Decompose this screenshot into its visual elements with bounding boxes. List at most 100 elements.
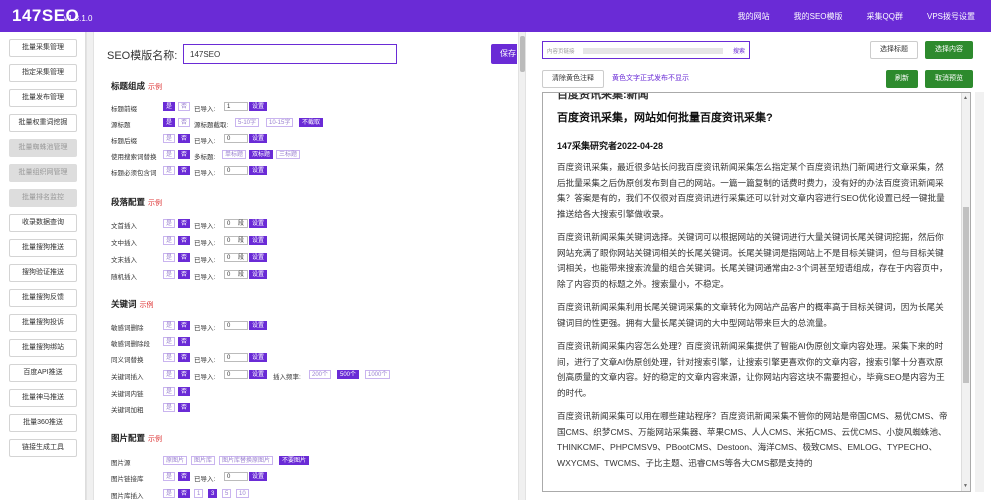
sidebar-item[interactable]: 指定采集管理	[9, 64, 77, 82]
frequency-option[interactable]: 200个	[309, 370, 332, 379]
sidebar-item[interactable]: 百度API推送	[9, 364, 77, 382]
double-title-option[interactable]: 双标题	[249, 150, 274, 159]
set-button[interactable]: 设置	[249, 270, 268, 279]
count-input[interactable]: 0	[224, 353, 248, 362]
no-toggle[interactable]: 否	[178, 118, 191, 127]
template-name-input[interactable]: 147SEO	[183, 44, 397, 64]
count-input[interactable]: 0 段	[224, 270, 248, 279]
sidebar-item[interactable]: 链接生成工具	[9, 439, 77, 457]
yes-toggle[interactable]: 是	[163, 472, 176, 481]
sidebar-item[interactable]: 批量搜狗绑站	[9, 339, 77, 357]
image-source-option[interactable]: 原图片	[163, 456, 188, 465]
no-toggle[interactable]: 否	[178, 270, 191, 279]
length-option[interactable]: 10-15字	[266, 118, 294, 127]
set-button[interactable]: 设置	[249, 321, 268, 330]
yes-toggle[interactable]: 是	[163, 387, 176, 396]
triple-title-option[interactable]: 三标题	[276, 150, 301, 159]
yes-toggle[interactable]: 是	[163, 102, 176, 111]
image-count-option[interactable]: 10	[236, 489, 249, 498]
yes-toggle[interactable]: 是	[163, 353, 176, 362]
yes-toggle[interactable]: 是	[163, 118, 176, 127]
count-input[interactable]: 0	[224, 472, 248, 481]
select-title-button[interactable]: 选择标题	[870, 41, 918, 59]
yes-toggle[interactable]: 是	[163, 150, 176, 159]
yes-toggle[interactable]: 是	[163, 219, 176, 228]
editor-scrollbar[interactable]: ▲ ▼	[961, 93, 970, 491]
no-toggle[interactable]: 否	[178, 134, 191, 143]
select-content-button[interactable]: 选择内容	[925, 41, 973, 59]
example-link[interactable]: 示例	[148, 436, 162, 443]
no-toggle[interactable]: 否	[178, 403, 191, 412]
editor-scrollbar-thumb[interactable]	[963, 207, 969, 383]
cancel-preview-button[interactable]: 取消预览	[925, 70, 973, 88]
sidebar-item[interactable]: 收录数据查询	[9, 214, 77, 232]
no-toggle[interactable]: 否	[178, 166, 191, 175]
article-editor[interactable]: 百度资讯采集:新闻 百度资讯采集，网站如何批量百度资讯采集? 147采集研究者2…	[542, 92, 971, 492]
yes-toggle[interactable]: 是	[163, 253, 176, 262]
example-link[interactable]: 示例	[148, 84, 162, 91]
no-toggle[interactable]: 否	[178, 236, 191, 245]
count-input[interactable]: 0 段	[224, 253, 248, 262]
count-input[interactable]: 0	[224, 134, 248, 143]
example-link[interactable]: 示例	[148, 200, 162, 207]
nav-vps-settings[interactable]: VPS拨号设置	[927, 11, 975, 22]
yes-toggle[interactable]: 是	[163, 337, 176, 346]
count-input[interactable]: 0 段	[224, 236, 248, 245]
yes-toggle[interactable]: 是	[163, 236, 176, 245]
save-button[interactable]: 保存	[491, 44, 517, 64]
nav-qq-group[interactable]: 采集QQ群	[867, 11, 903, 22]
content-url-input[interactable]: 内容页链接 搜索	[542, 41, 750, 59]
count-input[interactable]: 0	[224, 370, 248, 379]
frequency-option[interactable]: 1000个	[365, 370, 391, 379]
count-input[interactable]: 0 段	[224, 219, 248, 228]
yes-toggle[interactable]: 是	[163, 166, 176, 175]
sidebar-item[interactable]: 批量发布管理	[9, 89, 77, 107]
sidebar-scrollbar[interactable]	[86, 32, 94, 500]
nav-my-sites[interactable]: 我的网站	[738, 11, 770, 22]
set-button[interactable]: 设置	[249, 353, 268, 362]
count-input[interactable]: 1	[224, 102, 248, 111]
image-count-option[interactable]: 5	[222, 489, 232, 498]
set-button[interactable]: 设置	[249, 134, 268, 143]
sidebar-item[interactable]: 批量搜狗反馈	[9, 289, 77, 307]
refresh-button[interactable]: 刷新	[886, 70, 918, 88]
sidebar-item[interactable]: 批量搜狗投诉	[9, 314, 77, 332]
scroll-up-icon[interactable]: ▲	[963, 95, 968, 101]
no-toggle[interactable]: 否	[178, 387, 191, 396]
single-title-option[interactable]: 单标题	[222, 150, 247, 159]
image-count-option[interactable]: 1	[194, 489, 204, 498]
example-link[interactable]: 示例	[140, 302, 154, 309]
image-source-option[interactable]: 图片库替换原图片	[219, 456, 274, 465]
set-button[interactable]: 设置	[249, 370, 268, 379]
set-button[interactable]: 设置	[249, 219, 268, 228]
no-toggle[interactable]: 否	[178, 150, 191, 159]
sidebar-item[interactable]: 批量权重词挖掘	[9, 114, 77, 132]
yes-toggle[interactable]: 是	[163, 489, 176, 498]
no-toggle[interactable]: 否	[178, 337, 191, 346]
scroll-down-icon[interactable]: ▼	[963, 483, 968, 489]
search-button[interactable]: 搜索	[733, 46, 745, 55]
sidebar-item[interactable]: 批量采集管理	[9, 39, 77, 57]
set-button[interactable]: 设置	[249, 236, 268, 245]
set-button[interactable]: 设置	[249, 253, 268, 262]
yes-toggle[interactable]: 是	[163, 321, 176, 330]
no-toggle[interactable]: 否	[178, 102, 191, 111]
sidebar-item[interactable]: 批量360推送	[9, 414, 77, 432]
settings-scrollbar[interactable]	[518, 32, 526, 500]
no-toggle[interactable]: 否	[178, 489, 191, 498]
no-toggle[interactable]: 否	[178, 253, 191, 262]
nav-my-seo-templates[interactable]: 我的SEO模版	[794, 11, 843, 22]
sidebar-item[interactable]: 批量神马推送	[9, 389, 77, 407]
yes-toggle[interactable]: 是	[163, 403, 176, 412]
no-toggle[interactable]: 否	[178, 370, 191, 379]
yes-toggle[interactable]: 是	[163, 370, 176, 379]
sidebar-item[interactable]: 搜狗验证推送	[9, 264, 77, 282]
no-toggle[interactable]: 否	[178, 321, 191, 330]
image-source-option[interactable]: 图片库	[191, 456, 216, 465]
no-cut-option[interactable]: 不截取	[299, 118, 324, 127]
set-button[interactable]: 设置	[249, 472, 268, 481]
no-toggle[interactable]: 否	[178, 353, 191, 362]
set-button[interactable]: 设置	[249, 102, 268, 111]
panel-scrollbar[interactable]	[975, 92, 984, 492]
frequency-option[interactable]: 500个	[337, 370, 360, 379]
